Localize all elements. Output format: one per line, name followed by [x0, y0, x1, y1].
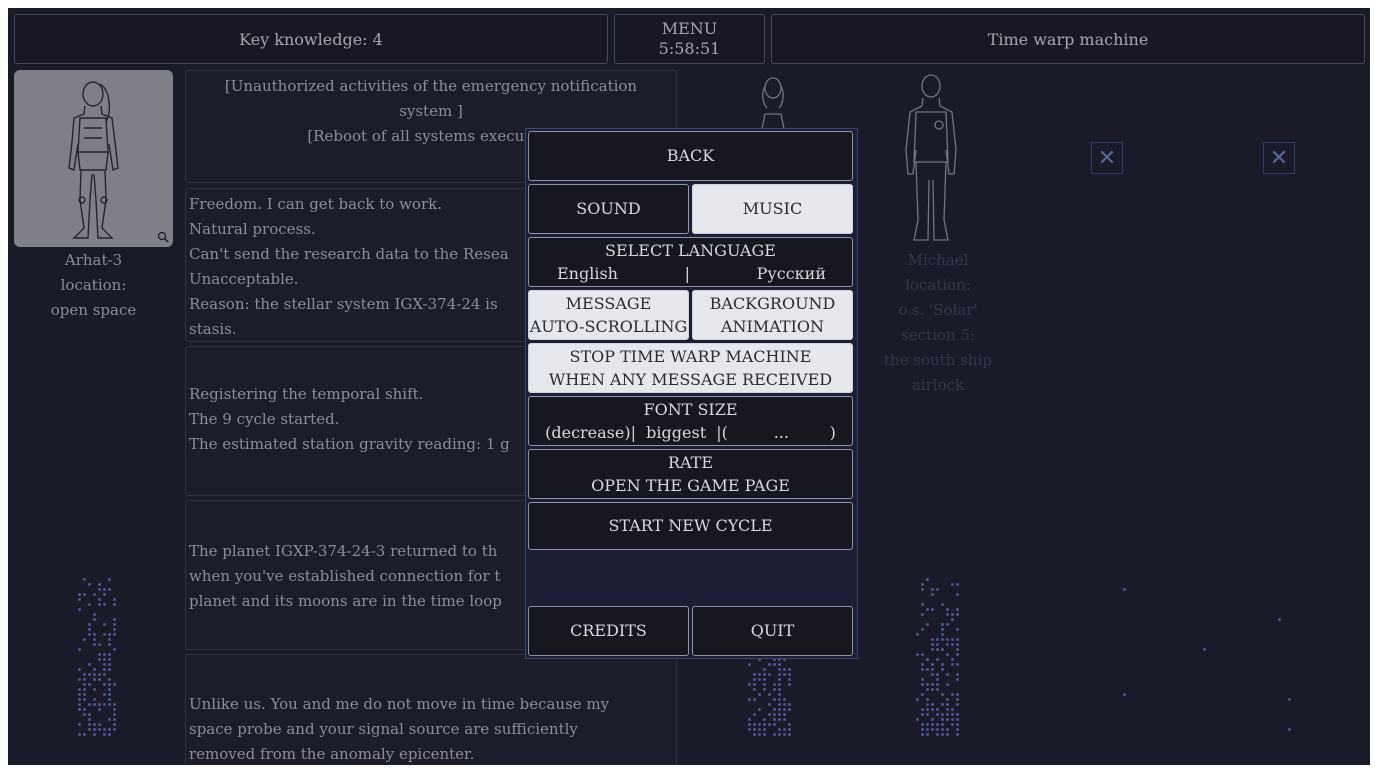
stop-warp-condition-label: WHEN ANY MESSAGE RECEIVED — [548, 370, 833, 389]
auto-scrolling-label: AUTO-SCROLLING — [529, 317, 688, 336]
animation-label: ANIMATION — [720, 317, 825, 336]
message-auto-label: MESSAGE — [565, 294, 652, 313]
language-selector: SELECT LANGUAGE English | Русский — [528, 237, 853, 287]
music-toggle[interactable]: MUSIC — [692, 184, 853, 234]
start-new-cycle-label: START NEW CYCLE — [608, 516, 773, 535]
sound-toggle[interactable]: SOUND — [528, 184, 689, 234]
credits-button[interactable]: CREDITS — [528, 606, 689, 656]
stop-warp-label: STOP TIME WARP MACHINE — [569, 347, 812, 366]
back-label: BACK — [666, 146, 715, 165]
stop-time-warp-toggle[interactable]: STOP TIME WARP MACHINE WHEN ANY MESSAGE … — [528, 343, 853, 393]
game-screen: Key knowledge: 4 MENU 5:58:51 Time warp … — [8, 8, 1370, 765]
background-animation-toggle[interactable]: BACKGROUND ANIMATION — [692, 290, 853, 340]
font-size-options[interactable]: (decrease)| biggest |( ... ) — [545, 421, 836, 444]
open-game-page-label: OPEN THE GAME PAGE — [591, 476, 790, 495]
start-new-cycle-button[interactable]: START NEW CYCLE — [528, 502, 853, 550]
back-button[interactable]: BACK — [528, 131, 853, 181]
select-language-label: SELECT LANGUAGE — [605, 241, 776, 260]
rate-button[interactable]: RATE OPEN THE GAME PAGE — [528, 449, 853, 499]
language-english-option[interactable]: English — [557, 262, 618, 285]
font-size-label: FONT SIZE — [643, 400, 738, 419]
game-menu: BACK SOUND MUSIC SELECT LANGUAGE English… — [525, 128, 858, 659]
language-russian-option[interactable]: Русский — [757, 262, 826, 285]
quit-label: QUIT — [750, 621, 795, 640]
sound-label: SOUND — [576, 199, 641, 218]
message-auto-scrolling-toggle[interactable]: MESSAGE AUTO-SCROLLING — [528, 290, 689, 340]
language-separator: | — [684, 264, 690, 283]
background-label: BACKGROUND — [709, 294, 836, 313]
credits-label: CREDITS — [570, 621, 647, 640]
rate-label: RATE — [667, 453, 714, 472]
music-label: MUSIC — [742, 199, 803, 218]
quit-button[interactable]: QUIT — [692, 606, 853, 656]
font-size-selector[interactable]: FONT SIZE (decrease)| biggest |( ... ) — [528, 396, 853, 446]
